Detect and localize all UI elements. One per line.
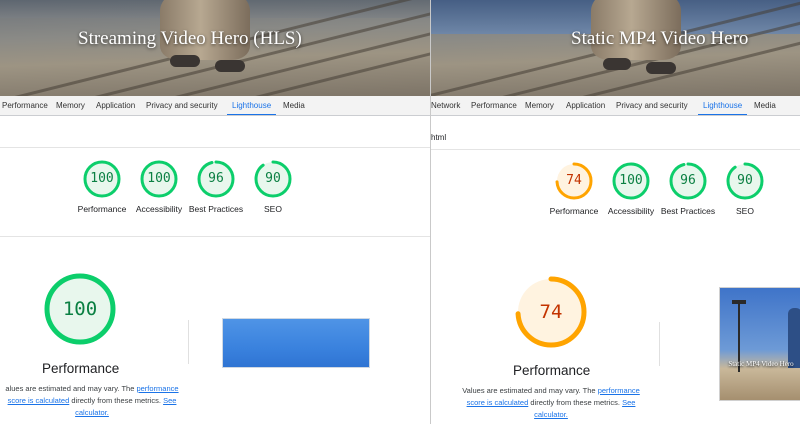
report-url: html	[431, 133, 447, 142]
tab-privacy-and-security[interactable]: Privacy and security	[616, 96, 688, 115]
thumbnail-title: Static MP4 Video Hero	[728, 360, 794, 368]
tab-application[interactable]: Application	[566, 96, 605, 115]
final-screenshot-thumbnail	[222, 318, 370, 368]
performance-score-large: 100	[62, 298, 98, 320]
seo-score-gauge[interactable]: 90	[726, 162, 764, 200]
report-url-bar	[0, 126, 430, 148]
tab-privacy-and-security[interactable]: Privacy and security	[146, 96, 218, 115]
performance-score-gauge[interactable]: 100	[83, 160, 121, 198]
right-panel: Static MP4 Video Hero Network Performanc…	[430, 0, 800, 424]
see-calculator-link[interactable]: See	[622, 398, 635, 407]
seo-label: SEO	[736, 206, 754, 216]
performance-score: 100	[90, 171, 114, 186]
performance-link[interactable]: performance	[598, 386, 640, 395]
seo-score: 90	[737, 173, 753, 188]
tab-lighthouse[interactable]: Lighthouse	[226, 96, 277, 115]
performance-link[interactable]: performance	[136, 384, 178, 393]
accessibility-score-gauge[interactable]: 100	[612, 162, 650, 200]
accessibility-score: 100	[619, 173, 643, 188]
performance-score: 74	[566, 173, 582, 188]
tab-application[interactable]: Application	[96, 96, 135, 115]
final-screenshot-thumbnail: Static MP4 Video Hero	[719, 287, 800, 401]
see-calculator-link[interactable]: See	[163, 396, 176, 405]
tab-performance[interactable]: Performance	[2, 96, 48, 115]
estimate-note: Values are estimated and may vary. The p…	[462, 386, 640, 419]
best-practices-score-gauge[interactable]: 96	[197, 160, 235, 198]
hero-video: Streaming Video Hero (HLS)	[0, 0, 430, 96]
hero-title: Static MP4 Video Hero	[571, 28, 749, 49]
calculator-link[interactable]: calculator.	[534, 410, 568, 419]
score-calculated-link[interactable]: score is calculated	[8, 396, 70, 405]
tab-memory[interactable]: Memory	[525, 96, 554, 115]
tab-media[interactable]: Media	[754, 96, 776, 115]
seo-score-gauge[interactable]: 90	[254, 160, 292, 198]
performance-heading: Performance	[513, 363, 591, 378]
performance-score-large: 74	[539, 301, 563, 323]
best-practices-score: 96	[208, 171, 224, 186]
devtools-tabbar: Network Performance Memory Application P…	[431, 96, 800, 116]
accessibility-score-gauge[interactable]: 100	[140, 160, 178, 198]
devtools-tabbar: Performance Memory Application Privacy a…	[0, 96, 430, 116]
calculator-link[interactable]: calculator.	[75, 408, 109, 417]
performance-score-gauge[interactable]: 74	[555, 162, 593, 200]
performance-score-gauge-large: 100	[44, 273, 116, 345]
seo-score: 90	[265, 171, 281, 186]
hero-title: Streaming Video Hero (HLS)	[78, 28, 302, 49]
tab-lighthouse[interactable]: Lighthouse	[697, 96, 748, 115]
seo-label: SEO	[264, 204, 282, 214]
estimate-note: alues are estimated and may vary. The pe…	[5, 384, 179, 417]
tab-memory[interactable]: Memory	[56, 96, 85, 115]
best-practices-score: 96	[680, 173, 696, 188]
best-practices-score-gauge[interactable]: 96	[669, 162, 707, 200]
tab-media[interactable]: Media	[283, 96, 305, 115]
score-calculated-link[interactable]: score is calculated	[467, 398, 529, 407]
accessibility-score: 100	[147, 171, 171, 186]
performance-score-gauge-large: 74	[515, 276, 587, 348]
performance-heading: Performance	[42, 361, 120, 376]
report-url-bar: html	[431, 128, 800, 150]
hero-video: Static MP4 Video Hero	[431, 0, 800, 96]
tab-network[interactable]: Network	[431, 96, 460, 115]
left-panel: Streaming Video Hero (HLS) Performance M…	[0, 0, 430, 424]
tab-performance[interactable]: Performance	[471, 96, 517, 115]
